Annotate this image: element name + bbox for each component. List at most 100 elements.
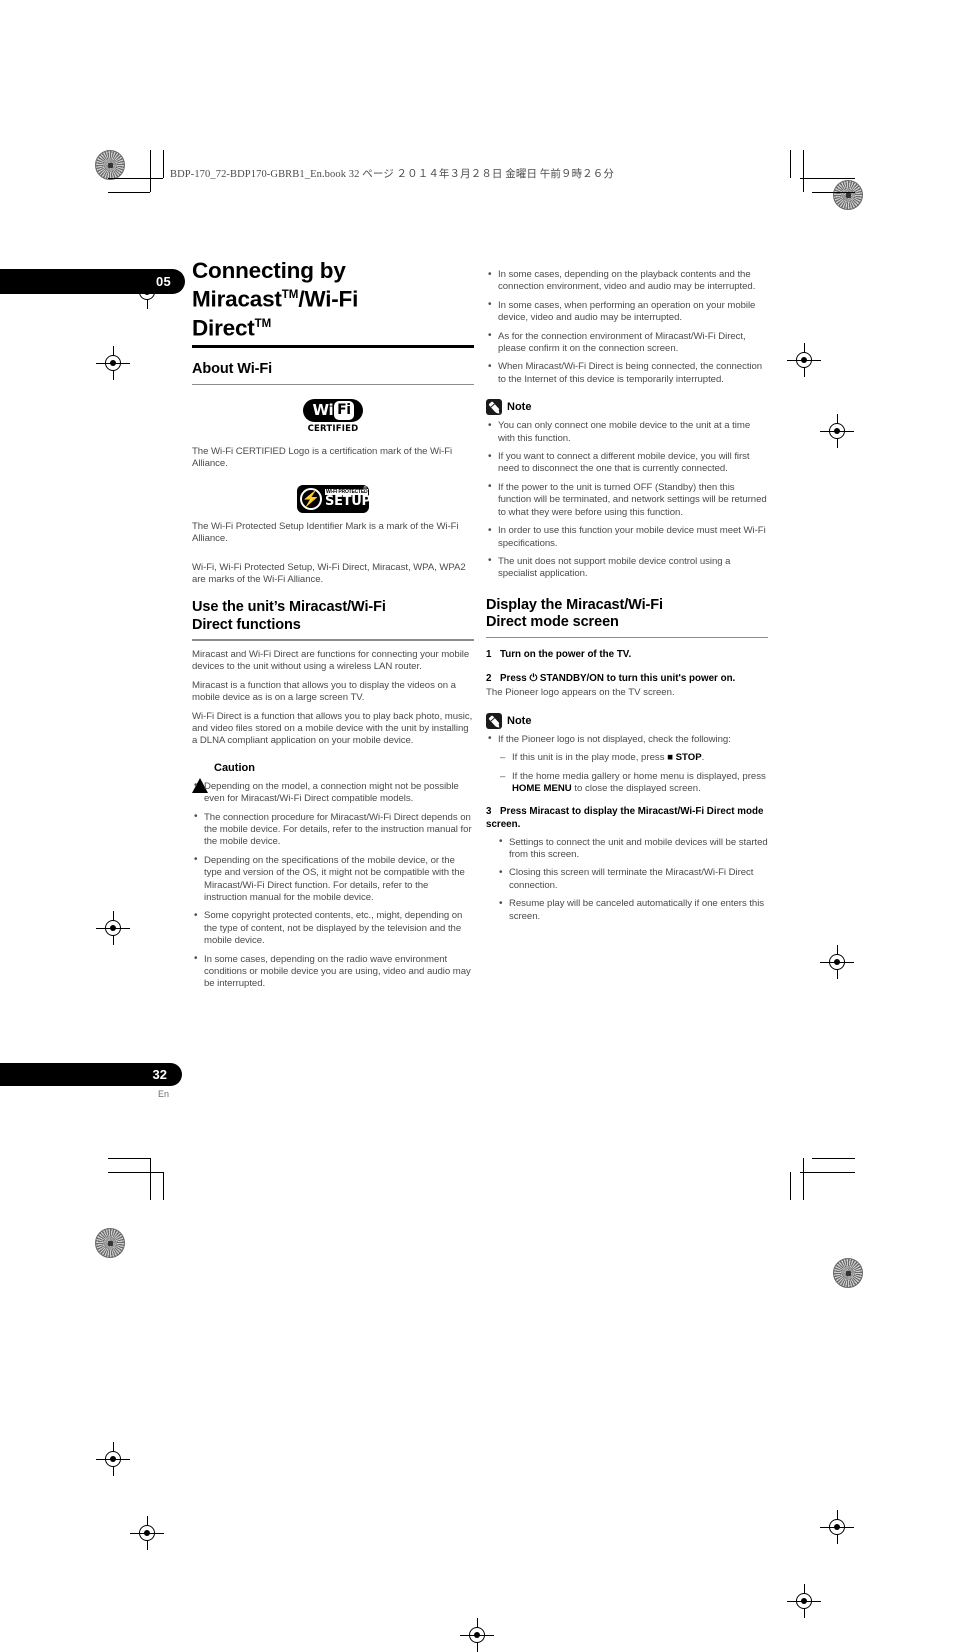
note-pencil-icon — [486, 399, 502, 416]
registration-circle-top-left — [95, 150, 125, 180]
wifi-protected-setup-logo: ⚡ WI-FI PROTECTED SETUP ® — [297, 484, 371, 513]
step-3-list: Settings to connect the unit and mobile … — [497, 836, 768, 923]
wps-logo-row: ⚡ WI-FI PROTECTED SETUP ® — [192, 484, 474, 513]
caution-label: Caution — [214, 762, 255, 775]
wifi-certified-logo: Wi Fi CERTIFIED — [303, 399, 363, 438]
list-item: The connection procedure for Miracast/Wi… — [192, 811, 474, 849]
title-line-2-main: Miracast — [192, 286, 282, 312]
wifi-logo-certified-text: CERTIFIED — [307, 424, 359, 434]
crosshair-mid-right — [820, 945, 854, 979]
crosshair-bottom-center — [460, 1618, 494, 1652]
wifi-certified-caption: The Wi-Fi CERTIFIED Logo is a certificat… — [192, 446, 453, 470]
note-one-header: Note — [486, 399, 768, 416]
step-2: 2 Press ⏻ STANDBY/ON to turn this unit's … — [486, 673, 768, 686]
caution-list-left: Depending on the model, a connection mig… — [192, 780, 474, 991]
trim-line-top-left-d — [163, 150, 164, 178]
list-item: As for the connection environment of Mir… — [486, 330, 768, 356]
step-2-text-before: Press — [500, 672, 527, 684]
use-functions-paragraph-1: Miracast and Wi-Fi Direct are functions … — [192, 648, 470, 673]
display-mode-rule — [486, 636, 768, 639]
list-item: In some cases, when performing an operat… — [486, 299, 768, 325]
sub-item-2-after: to close the displayed screen. — [574, 783, 701, 795]
power-standby-icon: ⏻ — [529, 672, 538, 684]
wifi-logo-pill: Wi Fi — [303, 399, 363, 422]
list-item: Depending on the model, a connection mig… — [192, 780, 474, 806]
wps-shield-icon: ⚡ — [300, 487, 322, 510]
list-item: Closing this screen will terminate the M… — [497, 867, 768, 892]
crosshair-bottom-right-lower — [787, 1584, 821, 1618]
crosshair-bottom-left-lower — [130, 1516, 164, 1550]
chapter-number-tab: 05 — [0, 269, 185, 294]
display-mode-heading-line-1: Display the Miracast/Wi-Fi — [486, 596, 663, 613]
wifi-marks-caption: Wi-Fi, Wi-Fi Protected Setup, Wi-Fi Dire… — [192, 561, 466, 586]
sub-item-1-before: If this unit is in the play mode, press — [512, 752, 665, 764]
title-line-3-main: Direct — [192, 315, 255, 340]
display-mode-heading: Display the Miracast/Wi-Fi Direct mode s… — [486, 597, 768, 632]
wps-caption: The Wi-Fi Protected Setup Identifier Mar… — [192, 520, 459, 545]
list-item: Resume play will be canceled automatical… — [497, 898, 768, 923]
note-pencil-icon — [486, 712, 502, 729]
wps-logo-setup-text: SETUP — [325, 494, 371, 510]
wps-logo-text: WI-FI PROTECTED SETUP — [325, 489, 371, 508]
home-menu-key-label: HOME MENU — [512, 783, 572, 795]
note-two-label: Note — [507, 714, 532, 727]
list-item: Settings to connect the unit and mobile … — [497, 836, 768, 862]
title-line-1: Connecting by — [192, 258, 346, 283]
note-two-list: If the Pioneer logo is not displayed, ch… — [486, 733, 768, 746]
lightning-bolt-icon: ⚡ — [301, 490, 321, 508]
use-functions-section: Use the unit’s Miracast/Wi-Fi Direct fun… — [192, 599, 474, 641]
trim-line-top-left-a — [108, 178, 163, 179]
caution-list-right: In some cases, depending on the playback… — [486, 269, 768, 386]
list-item: If the Pioneer logo is not displayed, ch… — [486, 733, 768, 746]
step-2-note: The Pioneer logo appears on the TV scree… — [486, 687, 675, 699]
use-functions-heading: Use the unit’s Miracast/Wi-Fi Direct fun… — [192, 599, 474, 634]
trim-line-bottom-left-c — [150, 1158, 151, 1200]
list-item: When Miracast/Wi-Fi Direct is being conn… — [486, 361, 768, 386]
step-1: 1 Turn on the power of the TV. — [486, 649, 768, 662]
title-line-3-sup: TM — [254, 317, 272, 330]
crosshair-top-left-lower — [96, 346, 130, 380]
stop-square-icon: ■ — [667, 752, 673, 764]
trim-line-bottom-right-b — [812, 1158, 855, 1159]
note-one-label: Note — [507, 401, 532, 414]
registration-circle-bottom-right — [833, 1258, 863, 1288]
crosshair-bottom-left — [96, 1442, 130, 1476]
note-two-header: Note — [486, 712, 768, 729]
crosshair-mid-left — [96, 911, 130, 945]
step-1-number: 1 — [486, 649, 492, 661]
wps-logo-trademark: ® — [363, 485, 367, 492]
list-item: In some cases, depending on the playback… — [486, 269, 768, 294]
note-one-list: You can only connect one mobile device t… — [486, 420, 768, 580]
list-item: If you want to connect a different mobil… — [486, 451, 768, 476]
sub-item-2-before: If the home media gallery or home menu i… — [512, 770, 766, 782]
list-item: Depending on the specifications of the m… — [192, 854, 474, 905]
list-item: In order to use this function your mobil… — [486, 525, 768, 550]
left-column: Connecting by MiracastTM/Wi-Fi DirectTM … — [192, 258, 474, 991]
step-2-text-after: STANDBY/ON to turn this unit's power on. — [539, 672, 736, 684]
wifi-certified-logo-row: Wi Fi CERTIFIED — [192, 399, 474, 438]
crosshair-top-right-lower — [820, 414, 854, 448]
step-2-number: 2 — [486, 672, 492, 684]
registration-circle-bottom-left — [95, 1228, 125, 1258]
title-rule — [192, 345, 474, 348]
print-slug-header: BDP-170_72-BDP170-GBRB1_En.book 32 ページ ２… — [170, 169, 614, 180]
display-mode-section: Display the Miracast/Wi-Fi Direct mode s… — [486, 597, 768, 639]
page-title: Connecting by MiracastTM/Wi-Fi DirectTM — [192, 258, 474, 340]
step-3-text: Press Miracast to display the Miracast/W… — [486, 806, 764, 831]
crosshair-top-right — [787, 343, 821, 377]
display-mode-heading-line-2: Direct mode screen — [486, 614, 619, 631]
chapter-number-label: 05 — [155, 274, 171, 289]
trim-line-bottom-right-a — [800, 1172, 855, 1173]
page-number-label: 32 — [152, 1067, 167, 1082]
right-column: In some cases, depending on the playback… — [486, 264, 768, 923]
list-item: Some copyright protected contents, etc.,… — [192, 910, 474, 947]
trim-line-bottom-left-d — [163, 1172, 164, 1200]
trim-line-bottom-left-a — [108, 1172, 163, 1173]
wifi-logo-wi-text: Wi — [312, 401, 334, 419]
registration-circle-top-right — [833, 180, 863, 210]
trim-line-top-right-b — [812, 192, 855, 193]
about-wifi-heading: About Wi-Fi — [192, 361, 273, 377]
list-item: You can only connect one mobile device t… — [486, 420, 768, 445]
list-item: If the power to the unit is turned OFF (… — [486, 481, 768, 519]
note-two-sub-list: If this unit is in the play mode, press … — [500, 752, 768, 795]
